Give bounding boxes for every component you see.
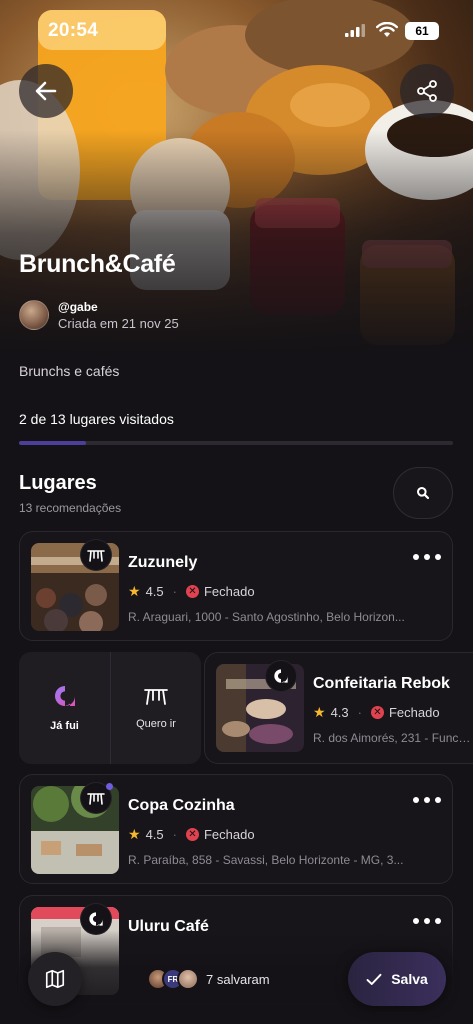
place-card[interactable]: Zuzunely ★ 4.5 · ✕ Fechado R. Araguari, … <box>19 531 453 641</box>
closed-icon: ✕ <box>185 584 199 598</box>
table-icon <box>144 689 168 705</box>
place-name: Confeitaria Rebok <box>313 675 450 692</box>
swipe-actions: Já fui Quero ir <box>19 652 201 764</box>
wifi-icon <box>376 22 398 37</box>
place-address: R. Araguari, 1000 - Santo Agostinho, Bel… <box>128 610 405 624</box>
visited-progress-label: 2 de 13 lugares visitados <box>19 411 174 427</box>
map-icon <box>45 969 65 989</box>
battery-icon: 61 <box>405 22 439 40</box>
saved-toggle-button[interactable]: Salva <box>348 952 446 1006</box>
search-icon <box>417 487 430 500</box>
star-icon: ★ <box>128 582 141 599</box>
closed-icon: ✕ <box>185 827 199 841</box>
place-meta: ★ 4.5 · ✕ Fechado <box>128 582 255 599</box>
closed-icon: ✕ <box>370 705 384 719</box>
author-handle: @gabe <box>58 300 98 314</box>
saver-avatar <box>177 968 199 990</box>
list-description: Brunchs e cafés <box>19 363 120 379</box>
created-date: Criada em 21 nov 25 <box>58 316 179 331</box>
place-rating: 4.5 <box>145 583 164 599</box>
saved-by-users[interactable]: FR 7 salvaram <box>147 966 270 992</box>
place-address: R. Paraíba, 858 - Savassi, Belo Horizont… <box>128 853 404 867</box>
more-options-button[interactable] <box>410 789 444 811</box>
author-avatar <box>19 300 49 330</box>
place-meta: ★ 4.5 · ✕ Fechado <box>128 825 255 842</box>
place-status: Fechado <box>203 583 255 599</box>
place-status: Fechado <box>388 704 440 720</box>
want-to-go-action-label: Quero ir <box>136 718 176 730</box>
visited-progress-bar <box>19 441 453 445</box>
more-options-button[interactable] <box>410 910 444 932</box>
visited-progress-fill <box>19 441 86 445</box>
logo-a-icon <box>54 686 75 706</box>
saved-toggle-label: Salva <box>391 971 428 987</box>
want-to-go-action[interactable]: Quero ir <box>110 652 201 764</box>
place-name: Zuzunely <box>128 554 198 571</box>
back-button[interactable] <box>19 64 73 118</box>
visited-action-label: Já fui <box>50 720 79 732</box>
star-icon: ★ <box>313 703 326 720</box>
arrow-left-icon <box>35 81 57 101</box>
place-card[interactable]: Copa Cozinha ★ 4.5 · ✕ Fechado R. Paraíb… <box>19 774 453 884</box>
places-count: 13 recomendações <box>19 501 122 515</box>
cellular-signal-icon <box>345 24 365 37</box>
place-address: R. dos Aimorés, 231 - Funcionários <box>313 731 473 745</box>
place-status: Fechado <box>203 826 255 842</box>
place-card[interactable]: Confeitaria Rebok ★ 4.3 · ✕ Fechado R. d… <box>204 652 473 764</box>
share-icon <box>417 80 437 102</box>
bottom-action-bar: FR 7 salvaram Salva <box>0 940 473 1024</box>
list-title: Brunch&Café <box>19 250 176 278</box>
author-info[interactable]: @gabe Criada em 21 nov 25 <box>19 298 319 332</box>
table-icon <box>80 539 112 571</box>
status-bar: 20:54 61 <box>0 18 473 46</box>
check-icon <box>366 973 382 985</box>
logo-a-icon <box>265 660 297 692</box>
place-rating: 4.3 <box>330 704 349 720</box>
places-section-title: Lugares <box>19 472 97 494</box>
map-view-button[interactable] <box>28 952 82 1006</box>
more-options-button[interactable] <box>410 546 444 568</box>
table-icon <box>80 782 113 814</box>
search-places-button[interactable] <box>393 467 453 519</box>
share-button[interactable] <box>400 64 454 118</box>
visited-action[interactable]: Já fui <box>19 652 110 764</box>
saved-count: 7 salvaram <box>206 971 270 987</box>
status-time: 20:54 <box>48 20 99 41</box>
place-name: Copa Cozinha <box>128 797 235 814</box>
place-rating: 4.5 <box>145 826 164 842</box>
swipe-row: Já fui Quero ir Confeitaria Rebok ★ 4.3 … <box>19 652 473 764</box>
place-meta: ★ 4.3 · ✕ Fechado <box>313 703 440 720</box>
star-icon: ★ <box>128 825 141 842</box>
